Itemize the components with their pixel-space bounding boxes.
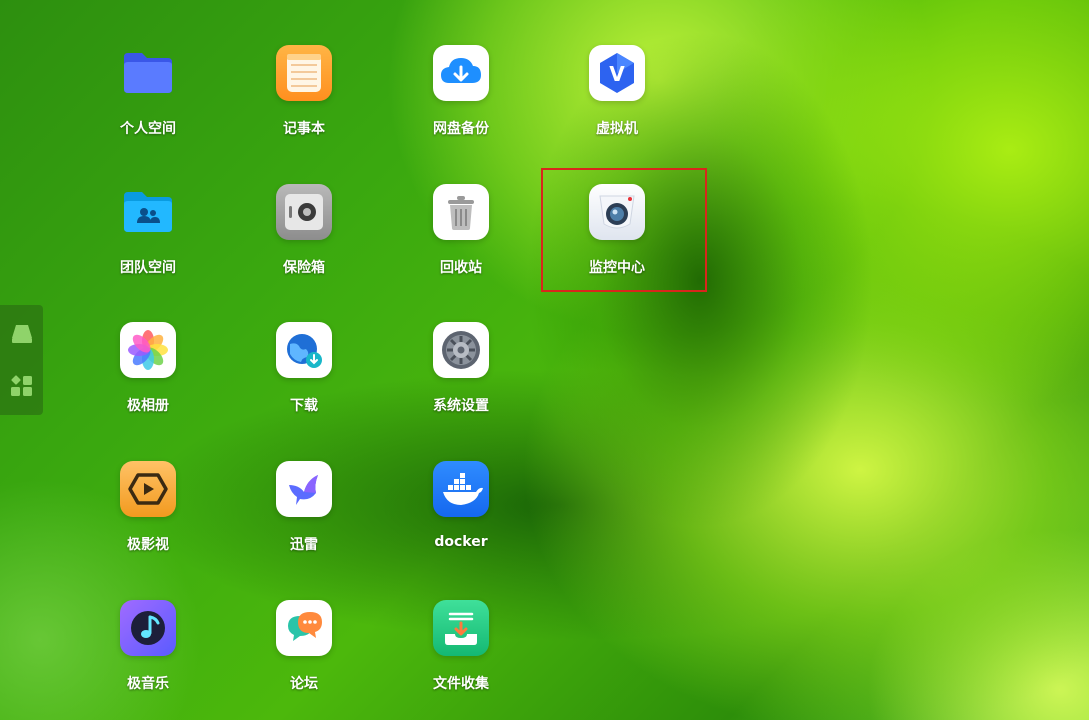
folder-icon: [120, 45, 176, 101]
app-team-space[interactable]: 团队空间: [88, 168, 208, 296]
app-recycle-bin[interactable]: 回收站: [401, 168, 521, 296]
bird-icon: [276, 461, 332, 517]
v-hexagon-icon: V: [589, 45, 645, 101]
svg-text:V: V: [609, 62, 625, 86]
chat-bubbles-icon: [276, 600, 332, 656]
safe-icon: [276, 184, 332, 240]
app-file-collect[interactable]: 文件收集: [401, 584, 521, 712]
app-label: 团队空间: [120, 260, 176, 276]
app-virtual-machine[interactable]: V 虚拟机: [557, 29, 677, 157]
app-label: 网盘备份: [433, 121, 489, 137]
dock-drive-button[interactable]: [8, 320, 36, 348]
app-cloud-backup[interactable]: 网盘备份: [401, 29, 521, 157]
app-settings[interactable]: 系统设置: [401, 306, 521, 434]
desktop: 个人空间 记事本 网盘备份 V 虚拟机 团队空间 保险箱 回收站 监控中心 极相…: [0, 0, 1089, 720]
app-label: 记事本: [283, 121, 325, 137]
app-label: 极相册: [127, 398, 169, 414]
app-grid-icon: [10, 375, 32, 396]
gear-icon: [433, 322, 489, 378]
team-folder-icon: [120, 184, 176, 240]
app-personal-space[interactable]: 个人空间: [88, 29, 208, 157]
notepad-icon: [276, 45, 332, 101]
dock-apps-button[interactable]: [8, 372, 36, 400]
app-label: 个人空间: [120, 121, 176, 137]
app-label: 监控中心: [589, 260, 645, 276]
drive-icon: [11, 325, 32, 343]
app-monitor-center[interactable]: 监控中心: [557, 168, 677, 296]
app-forum[interactable]: 论坛: [244, 584, 364, 712]
app-label: 回收站: [440, 260, 482, 276]
app-label: 系统设置: [433, 398, 489, 414]
inbox-tray-icon: [433, 600, 489, 656]
app-label: 保险箱: [283, 260, 325, 276]
app-photo-album[interactable]: 极相册: [88, 306, 208, 434]
trash-icon: [433, 184, 489, 240]
app-music[interactable]: 极音乐: [88, 584, 208, 712]
photos-flower-icon: [120, 322, 176, 378]
app-label: docker: [434, 534, 488, 550]
app-notepad[interactable]: 记事本: [244, 29, 364, 157]
app-label: 极影视: [127, 537, 169, 553]
video-play-icon: [120, 461, 176, 517]
music-note-icon: [120, 600, 176, 656]
app-safe-box[interactable]: 保险箱: [244, 168, 364, 296]
side-dock: [0, 305, 43, 415]
app-docker[interactable]: docker: [401, 445, 521, 573]
app-label: 论坛: [290, 676, 318, 692]
app-label: 虚拟机: [596, 121, 638, 137]
app-download[interactable]: 下载: [244, 306, 364, 434]
cloud-download-icon: [433, 45, 489, 101]
app-thunder[interactable]: 迅雷: [244, 445, 364, 573]
app-label: 极音乐: [127, 676, 169, 692]
app-video[interactable]: 极影视: [88, 445, 208, 573]
app-label: 下载: [290, 398, 318, 414]
app-label: 文件收集: [433, 676, 489, 692]
camera-icon: [589, 184, 645, 240]
app-label: 迅雷: [290, 537, 318, 553]
docker-whale-icon: [433, 461, 489, 517]
globe-download-icon: [276, 322, 332, 378]
